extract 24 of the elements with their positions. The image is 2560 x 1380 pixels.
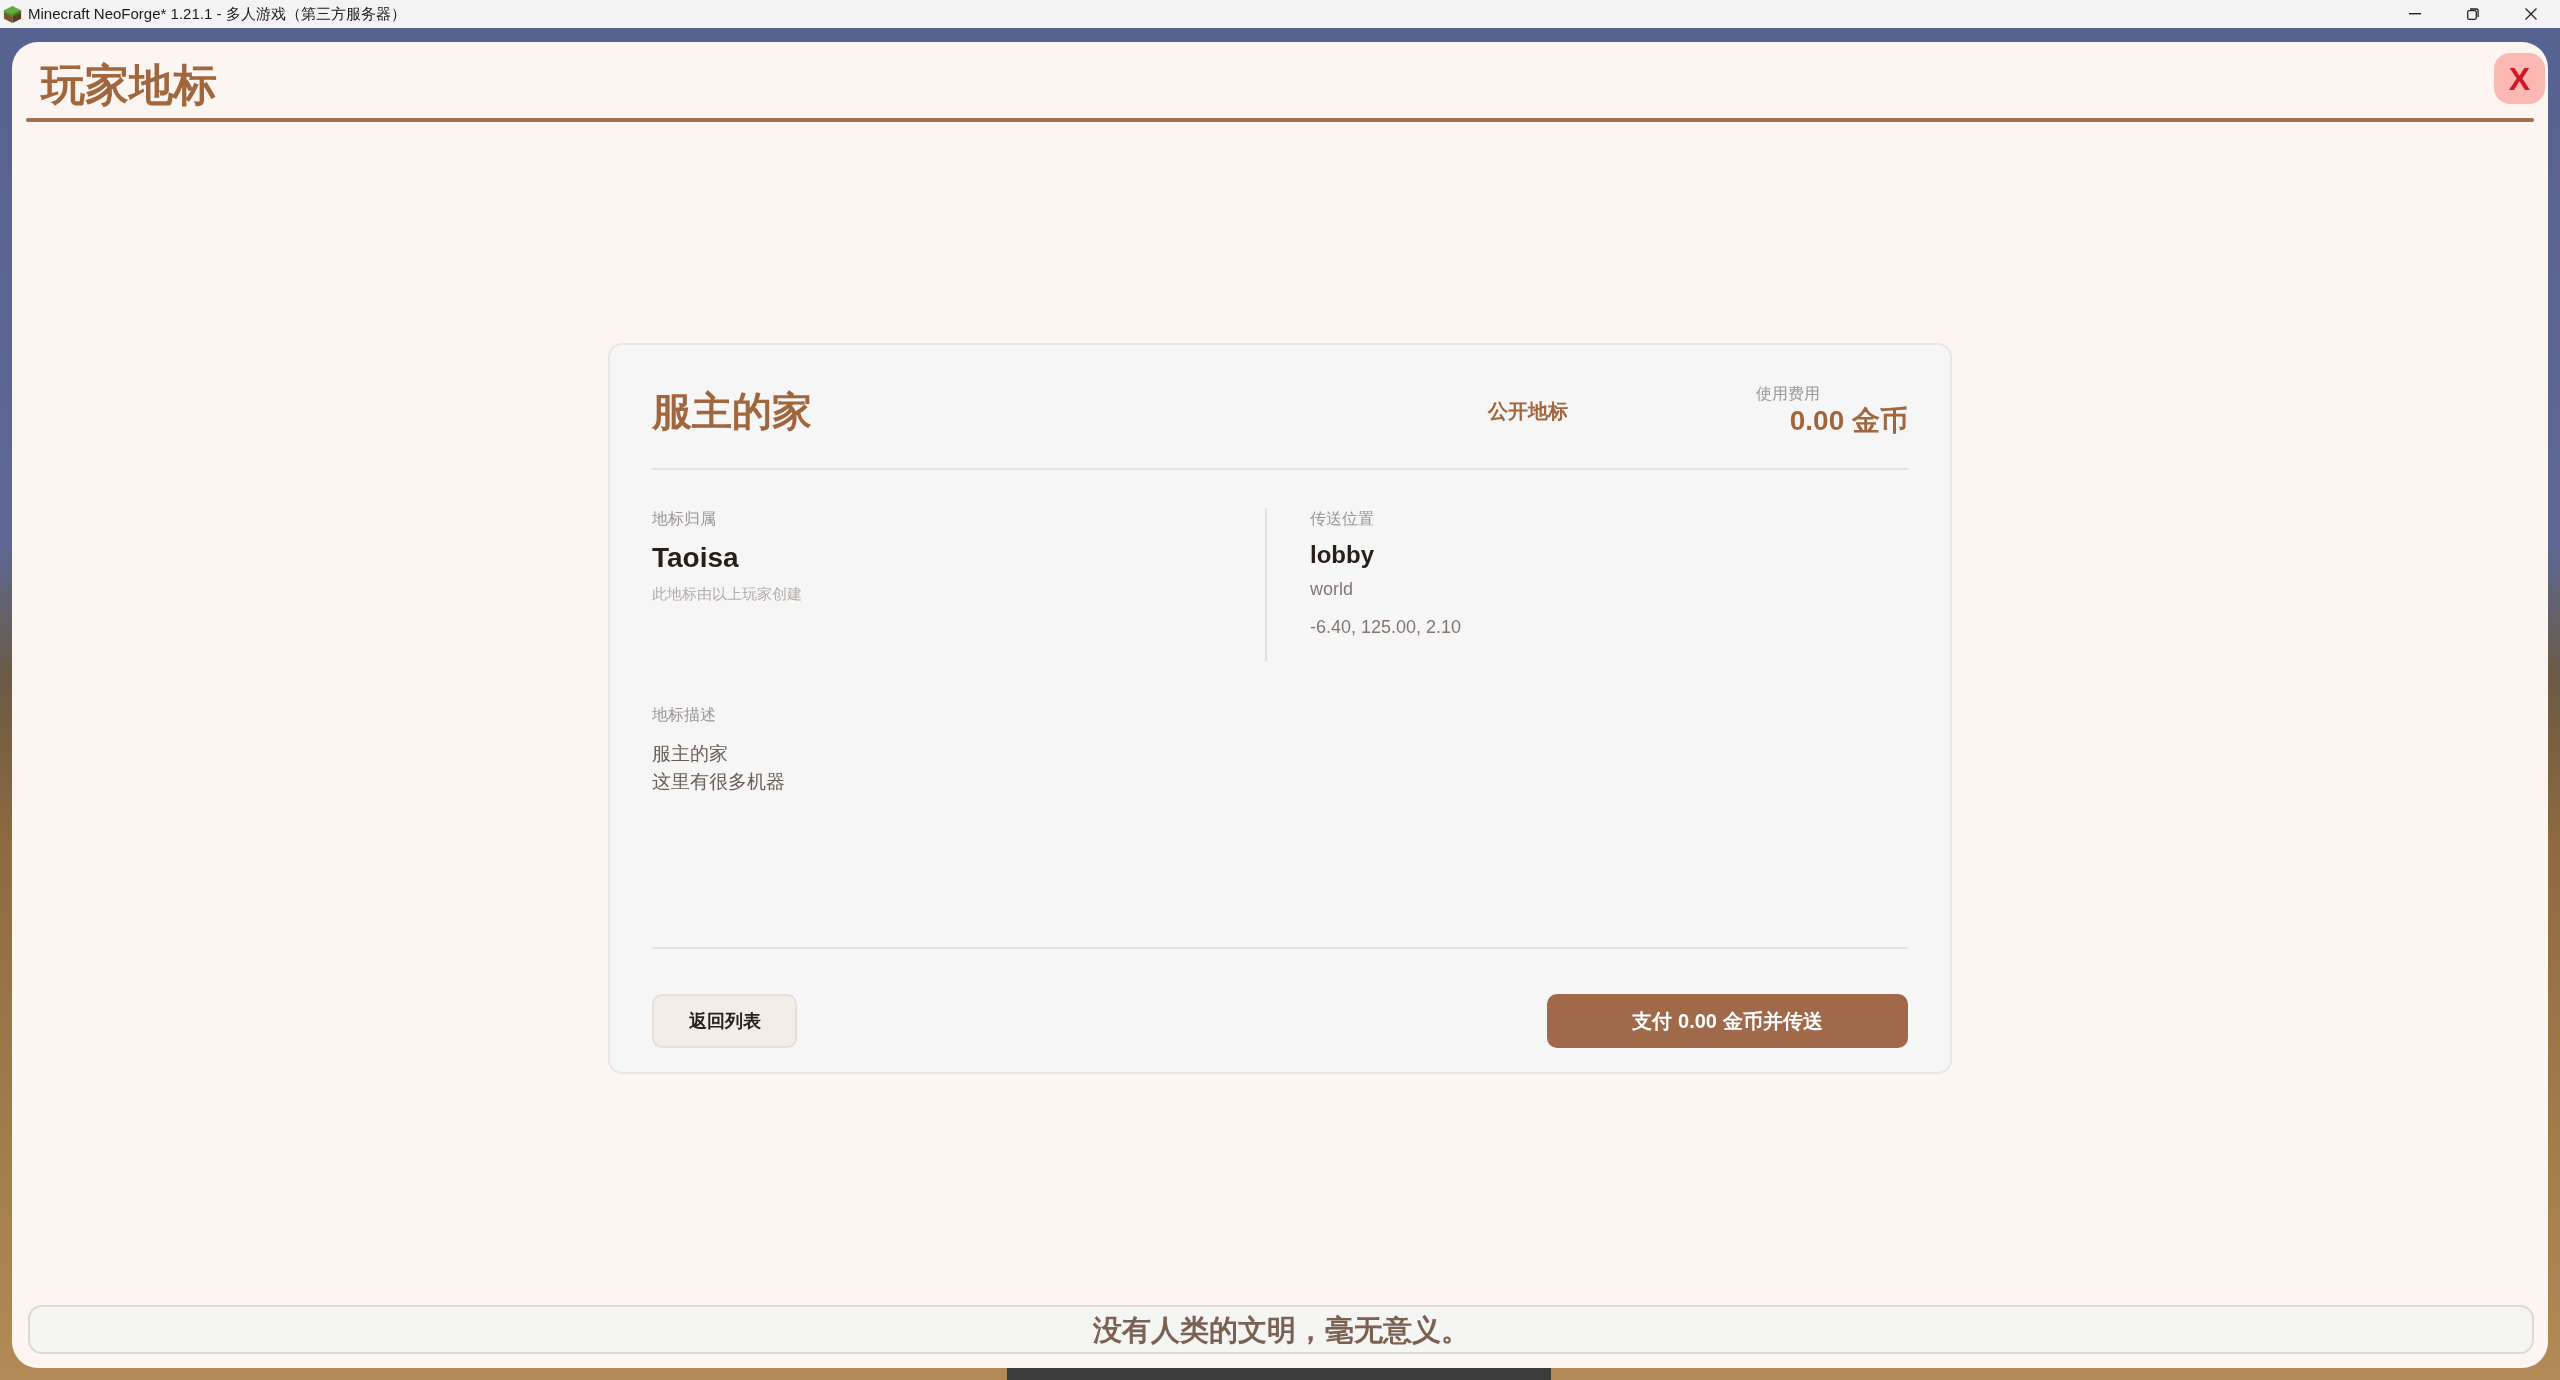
description-line: 这里有很多机器 xyxy=(652,770,785,794)
description-label: 地标描述 xyxy=(652,705,716,725)
close-button[interactable]: X xyxy=(2494,53,2545,104)
quote-text: 没有人类的文明，毫无意义。 xyxy=(1092,1312,1470,1348)
restore-icon xyxy=(2467,8,2479,20)
owner-label: 地标归属 xyxy=(652,509,716,529)
teleport-button[interactable]: 支付 0.00 金币并传送 xyxy=(1547,994,1908,1048)
fee-label: 使用费用 xyxy=(1756,384,1820,404)
owner-note: 此地标由以上玩家创建 xyxy=(652,584,802,604)
close-icon xyxy=(2525,8,2537,20)
description-line: 服主的家 xyxy=(652,742,728,766)
owner-name: Taoisa xyxy=(652,541,739,575)
cube-icon xyxy=(3,4,22,24)
window-title: Minecraft NeoForge* 1.21.1 - 多人游戏（第三方服务器） xyxy=(28,4,406,24)
back-button[interactable]: 返回列表 xyxy=(652,994,797,1048)
screen-title: 玩家地标 xyxy=(39,59,217,110)
landmark-name: 服主的家 xyxy=(652,389,812,433)
fee-amount: 0.00 金币 xyxy=(1789,404,1908,438)
coordinates: -6.40, 125.00, 2.10 xyxy=(1310,616,1462,639)
location-label: 传送位置 xyxy=(1310,509,1374,529)
world-name: world xyxy=(1310,578,1353,601)
location-name: lobby xyxy=(1310,540,1374,570)
visibility-label: 公开地标 xyxy=(1488,399,1568,424)
minimize-icon xyxy=(2409,13,2421,15)
